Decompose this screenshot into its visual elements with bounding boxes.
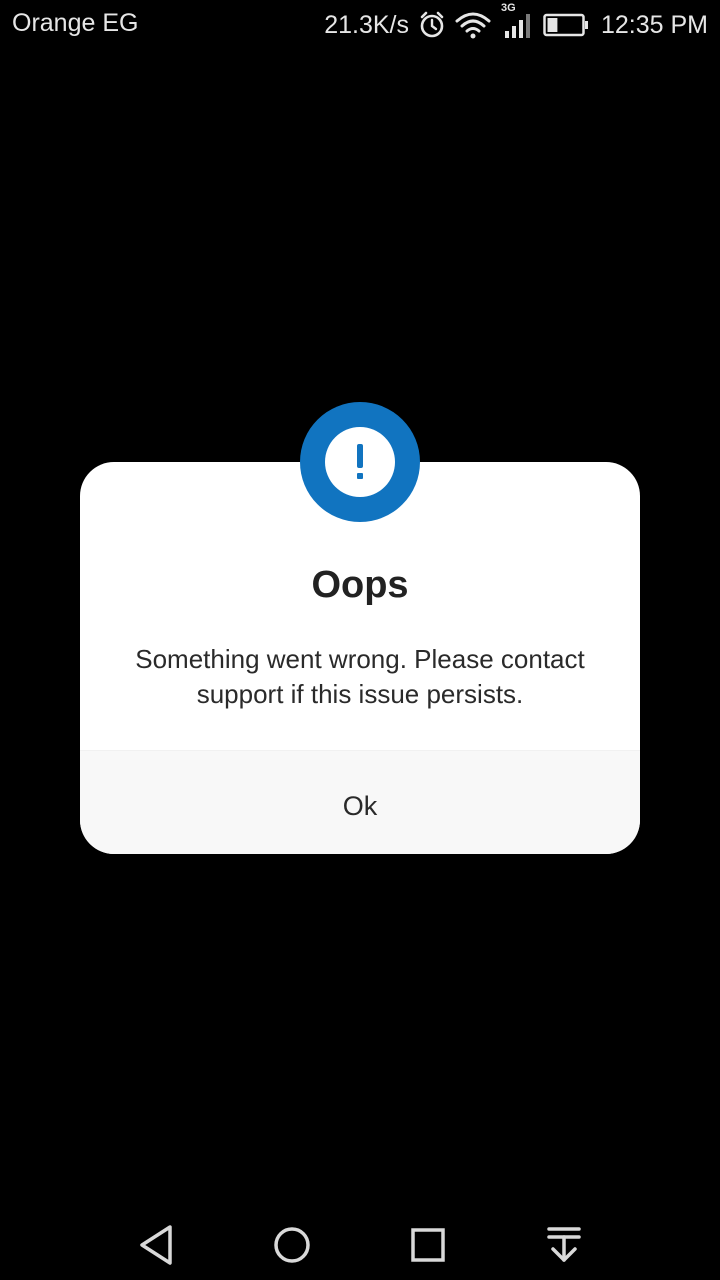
notification-pull-icon[interactable] [539, 1222, 589, 1268]
alarm-icon [419, 11, 445, 39]
battery-icon [543, 13, 589, 37]
carrier-name: Orange EG [12, 9, 139, 37]
back-icon[interactable] [131, 1222, 181, 1268]
status-bar: Orange EG 21.3K/s 3G 12:35 PM [0, 0, 720, 50]
dialog-message: Something went wrong. Please contact sup… [135, 644, 585, 709]
exclamation-icon [325, 427, 395, 497]
dialog-footer: Ok [80, 750, 640, 854]
app-screen: Orange EG 21.3K/s 3G 12:35 PM Oops Somet… [0, 0, 720, 1280]
recents-icon[interactable] [403, 1222, 453, 1268]
alert-badge [300, 402, 420, 522]
status-icons: 21.3K/s 3G 12:35 PM [324, 2, 708, 42]
ok-button[interactable]: Ok [80, 751, 640, 854]
home-icon[interactable] [267, 1222, 317, 1268]
dialog-title: Oops [311, 564, 409, 606]
cell-signal-icon: 3G [501, 2, 533, 39]
network-speed: 21.3K/s [324, 10, 409, 39]
clock: 12:35 PM [600, 10, 708, 39]
wifi-icon [455, 11, 491, 39]
navigation-bar [0, 1208, 720, 1280]
network-type-label: 3G [500, 2, 516, 14]
